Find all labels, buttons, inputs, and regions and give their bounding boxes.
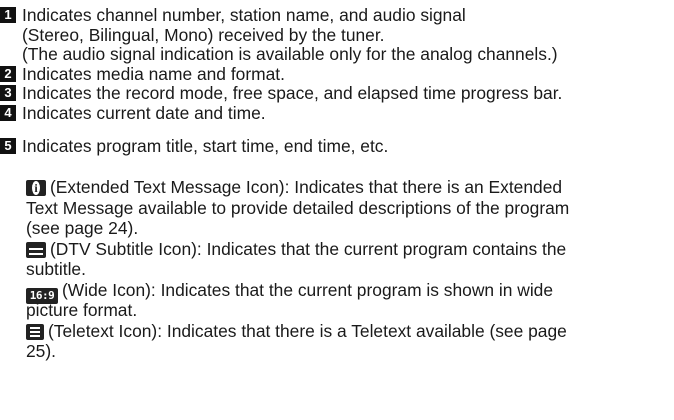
dtv-subtitle-icon <box>26 241 46 258</box>
wide-line-2: picture format. <box>26 300 138 320</box>
item-4-number-badge: 4 <box>0 105 16 121</box>
item-1-line-3: (The audio signal indication is availabl… <box>22 44 558 65</box>
item-2-text: Indicates media name and format. <box>22 63 285 84</box>
item-1-line-2: (Stereo, Bilingual, Mono) received by th… <box>22 24 385 45</box>
item-5-number-badge: 5 <box>0 138 16 154</box>
item-1-number-badge: 1 <box>0 7 16 23</box>
teletext-desc-1: (Teletext Icon): Indicates that there is… <box>48 320 567 341</box>
item-4-text: Indicates current date and time. <box>22 103 266 123</box>
extended-text-line-3: (see page 24). <box>26 218 139 238</box>
teletext-line-1: (Teletext Icon): Indicates that there is… <box>26 320 672 342</box>
item-3-number-badge: 3 <box>0 85 16 102</box>
item-1-line-1: Indicates channel number, station name, … <box>22 5 466 25</box>
teletext-icon <box>26 323 44 340</box>
extended-text-line-1: (Extended Text Message Icon): Indicates … <box>26 177 672 198</box>
extended-text-desc-1: (Extended Text Message Icon): Indicates … <box>50 177 563 197</box>
dtv-subtitle-line-2: subtitle. <box>26 259 86 279</box>
item-3-text: Indicates the record mode, free space, a… <box>22 83 563 104</box>
extended-text-line-2: Text Message available to provide detail… <box>26 197 570 218</box>
dtv-subtitle-desc-1: (DTV Subtitle Icon): Indicates that the … <box>50 238 567 259</box>
dtv-subtitle-line-1: (DTV Subtitle Icon): Indicates that the … <box>26 238 672 260</box>
extended-text-message-icon <box>26 180 46 196</box>
item-2-number-badge: 2 <box>0 65 16 82</box>
teletext-line-2: 25). <box>26 341 56 361</box>
wide-desc-1: (Wide Icon): Indicates that the current … <box>62 279 554 300</box>
item-5-text: Indicates program title, start time, end… <box>22 136 389 156</box>
